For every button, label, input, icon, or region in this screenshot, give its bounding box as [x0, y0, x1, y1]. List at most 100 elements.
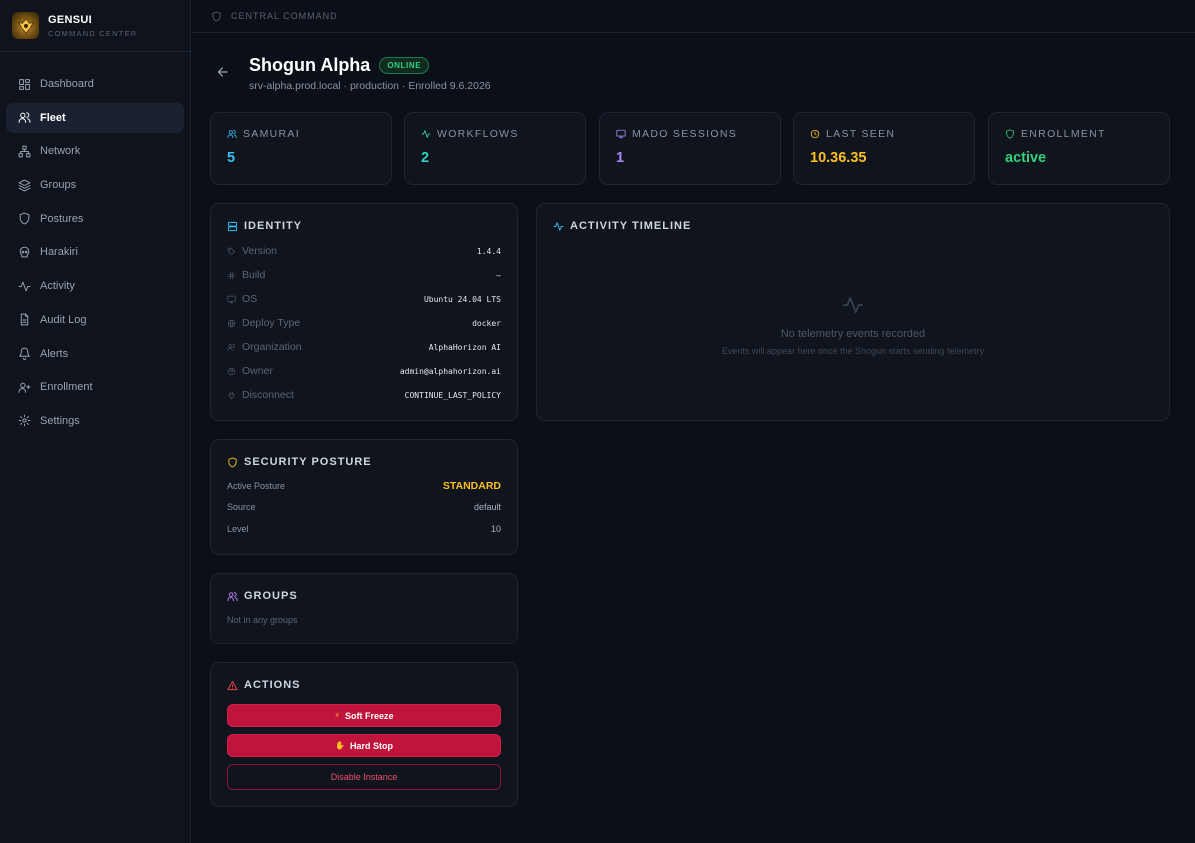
- identity-row-os: OS Ubuntu 24.04 LTS: [227, 287, 501, 311]
- posture-source-value: default: [473, 502, 501, 513]
- breadcrumb: CENTRAL COMMAND: [192, 0, 1195, 33]
- stat-value: active: [1005, 150, 1047, 166]
- network-icon: [18, 145, 31, 158]
- users-icon: [227, 591, 238, 601]
- sidebar-item-groups[interactable]: Groups: [6, 170, 184, 200]
- sidebar-item-label: Fleet: [40, 111, 66, 124]
- sidebar-item-postures[interactable]: Postures: [6, 204, 184, 234]
- security-posture-card: SECURITY POSTURE Active Posture STANDARD …: [210, 439, 518, 555]
- identity-row-disconnect: Disconnect CONTINUE_LAST_POLICY: [227, 383, 501, 407]
- actions-title: ACTIONS: [244, 679, 301, 691]
- gear-icon: [18, 414, 31, 427]
- identity-value: CONTINUE_LAST_POLICY: [404, 390, 501, 400]
- user-plus-icon: [18, 382, 31, 393]
- back-button[interactable]: [216, 65, 232, 81]
- sidebar-item-label: Postures: [40, 212, 84, 225]
- identity-value: Ubuntu 24.04 LTS: [423, 294, 501, 304]
- sidebar-nav: Dashboard Fleet Network Groups Postures …: [0, 52, 190, 436]
- hard-stop-button[interactable]: ✋ Hard Stop: [227, 734, 501, 757]
- stat-label: ENROLLMENT: [1021, 128, 1106, 140]
- sidebar-item-audit-log[interactable]: Audit Log: [6, 305, 184, 335]
- posture-active-value: STANDARD: [442, 479, 501, 492]
- activity-timeline-card: ACTIVITY TIMELINE No telemetry events re…: [536, 203, 1170, 421]
- sidebar-item-fleet[interactable]: Fleet: [6, 102, 184, 133]
- identity-row-organization: Organization AlphaHorizon AI: [227, 335, 501, 359]
- skull-icon: [19, 246, 30, 258]
- stat-card-mado-sessions: MADO SESSIONS 1: [599, 112, 781, 185]
- sidebar-item-network[interactable]: Network: [6, 136, 184, 166]
- users-icon: [18, 112, 31, 124]
- arrow-left-icon: [217, 67, 228, 77]
- user-circle-icon: [227, 367, 236, 375]
- sidebar-item-dashboard[interactable]: Dashboard: [6, 69, 184, 99]
- groups-card: GROUPS Not in any groups: [210, 573, 518, 644]
- stat-value: 10.36.35: [810, 150, 867, 166]
- page-title: Shogun Alpha: [249, 55, 371, 75]
- identity-key: Disconnect: [242, 389, 294, 401]
- server-icon: [227, 221, 238, 231]
- breadcrumb-label: CENTRAL COMMAND: [231, 11, 338, 21]
- sidebar-item-label: Harakiri: [40, 246, 78, 259]
- stat-value: 5: [227, 150, 236, 166]
- identity-value: AlphaHorizon AI: [428, 342, 501, 352]
- clock-icon: [810, 129, 820, 139]
- sidebar-item-enrollment[interactable]: Enrollment: [6, 372, 184, 402]
- identity-key: Organization: [242, 341, 302, 353]
- soft-freeze-button[interactable]: ⚡ Soft Freeze: [227, 704, 501, 727]
- stat-label: SAMURAI: [243, 128, 300, 140]
- identity-key: Deploy Type: [242, 317, 301, 329]
- disable-instance-label: Disable Instance: [330, 772, 398, 782]
- groups-title: GROUPS: [244, 590, 298, 602]
- posture-row-active: Active Posture STANDARD: [227, 475, 501, 497]
- sidebar-item-label: Activity: [40, 280, 75, 293]
- stat-card-samurai: SAMURAI 5: [210, 112, 392, 185]
- shield-icon: [212, 10, 221, 22]
- hash-icon: [228, 271, 235, 279]
- monitor-icon: [616, 129, 626, 139]
- sidebar-item-harakiri[interactable]: Harakiri: [6, 237, 184, 267]
- sidebar-item-label: Settings: [40, 414, 80, 427]
- stat-card-workflows: WORKFLOWS 2: [404, 112, 586, 185]
- identity-row-build: Build —: [227, 263, 501, 287]
- sidebar-item-label: Alerts: [40, 347, 69, 360]
- bolt-icon: ⚡: [334, 711, 341, 720]
- stat-value: 1: [616, 150, 625, 166]
- groups-empty: Not in any groups: [227, 615, 298, 625]
- identity-key: Version: [242, 245, 278, 257]
- globe-icon: [227, 319, 236, 327]
- gensui-logo-icon: [12, 12, 39, 39]
- timeline-empty-subtitle: Events will appear here once the Shogun …: [721, 346, 985, 356]
- identity-title: IDENTITY: [244, 220, 303, 232]
- bell-icon: [19, 347, 30, 360]
- identity-card: IDENTITY Version 1.4.4 Build — OS Ubuntu 24…: [210, 203, 518, 421]
- sidebar-item-label: Groups: [40, 179, 77, 192]
- sidebar-item-settings[interactable]: Settings: [6, 406, 184, 436]
- alert-triangle-icon: [227, 680, 238, 690]
- soft-freeze-label: Soft Freeze: [345, 710, 394, 721]
- sidebar-item-activity[interactable]: Activity: [6, 271, 184, 301]
- sidebar-item-label: Enrollment: [40, 381, 93, 394]
- stat-value: 2: [421, 150, 430, 166]
- stat-label: WORKFLOWS: [437, 128, 519, 140]
- identity-value: —: [496, 270, 501, 280]
- posture-title: SECURITY POSTURE: [244, 456, 372, 468]
- sidebar-item-label: Network: [40, 145, 81, 158]
- stat-card-enrollment: ENROLLMENT active: [988, 112, 1170, 185]
- users-icon: [227, 343, 235, 351]
- activity-icon: [421, 130, 431, 138]
- timeline-title: ACTIVITY TIMELINE: [570, 220, 692, 232]
- stat-card-last-seen: LAST SEEN 10.36.35: [793, 112, 975, 185]
- identity-row-deploy-type: Deploy Type docker: [227, 311, 501, 335]
- posture-key: Active Posture: [227, 480, 286, 491]
- sidebar-item-label: Audit Log: [40, 313, 87, 326]
- disable-instance-button[interactable]: Disable Instance: [227, 764, 501, 790]
- sidebar-item-alerts[interactable]: Alerts: [6, 339, 184, 369]
- tag-icon: [227, 247, 235, 255]
- brand[interactable]: GENSUI COMMAND CENTER: [0, 0, 190, 52]
- shield-icon: [19, 212, 30, 225]
- identity-key: Build: [242, 269, 266, 281]
- brand-name: GENSUI: [48, 13, 92, 26]
- identity-row-version: Version 1.4.4: [227, 239, 501, 263]
- layers-icon: [18, 179, 31, 191]
- timeline-empty-title: No telemetry events recorded: [780, 328, 926, 340]
